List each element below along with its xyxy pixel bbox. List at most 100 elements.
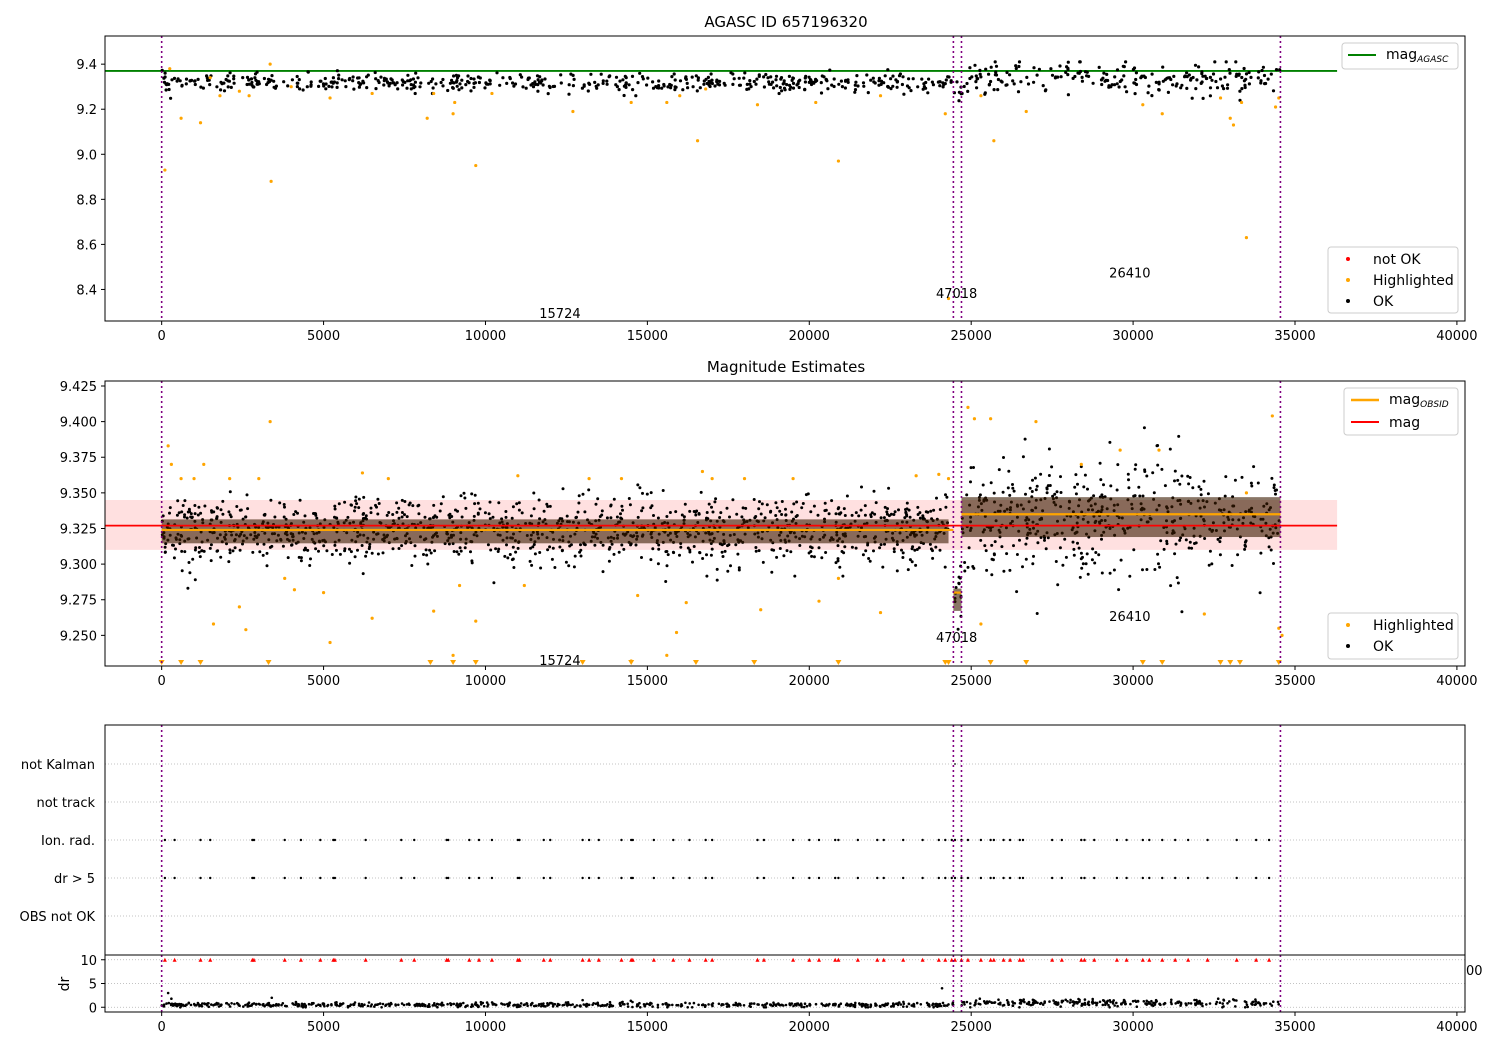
ok-point	[729, 71, 733, 75]
ok-point	[205, 76, 209, 80]
ok-point	[231, 549, 235, 553]
ok-point	[268, 545, 272, 549]
ok-point	[459, 549, 463, 553]
ok-point	[1173, 479, 1176, 483]
dr-point	[788, 1003, 791, 1006]
dr-point	[1071, 1004, 1075, 1007]
dr-outlier-point	[940, 986, 944, 990]
ok-point	[489, 548, 493, 552]
ok-point	[779, 77, 783, 81]
ok-point	[1138, 494, 1142, 498]
ok-point	[618, 79, 622, 83]
dr-capped-marker	[936, 957, 941, 962]
ok-point	[1163, 78, 1167, 82]
ok-point	[879, 543, 883, 547]
ok-point	[374, 77, 378, 81]
ok-point	[1133, 92, 1137, 96]
ok-point	[809, 550, 813, 553]
ok-point	[186, 586, 190, 590]
dr-point	[462, 1001, 465, 1005]
ok-point	[1049, 67, 1053, 71]
ok-point	[1035, 484, 1039, 488]
ok-point	[1226, 83, 1230, 87]
dr-point	[680, 1004, 684, 1007]
ok-point	[707, 502, 711, 506]
highlighted-point	[704, 87, 708, 91]
ok-point	[600, 509, 604, 513]
ok-point	[215, 85, 219, 89]
ok-point	[511, 557, 515, 561]
ok-point	[1188, 540, 1192, 544]
ok-point	[954, 586, 958, 589]
ok-point	[900, 548, 903, 552]
highlighted-point	[814, 100, 818, 105]
ok-point	[997, 468, 1001, 472]
offscale-marker	[178, 660, 185, 665]
ok-point	[337, 77, 341, 81]
ok-point	[1210, 78, 1214, 82]
ok-point	[823, 509, 827, 513]
ok-point	[651, 547, 655, 551]
ok-point	[539, 566, 543, 570]
ok-point	[1172, 74, 1176, 78]
highlighted-point	[247, 94, 251, 98]
ok-point	[188, 571, 192, 575]
ok-point	[1100, 571, 1104, 575]
ok-point	[180, 83, 184, 87]
ok-point	[354, 495, 358, 499]
ok-point	[845, 494, 849, 498]
ok-point	[550, 557, 554, 561]
ok-point	[477, 80, 481, 85]
ok-point	[472, 77, 476, 81]
ok-point	[812, 81, 816, 85]
ok-point	[1171, 83, 1175, 87]
ok-point	[1173, 469, 1177, 473]
ok-point	[651, 80, 655, 84]
ok-point	[1176, 478, 1180, 482]
ok-point	[1139, 76, 1143, 80]
ok-point	[877, 76, 882, 80]
ok-point	[1272, 483, 1276, 487]
dr-point	[490, 1001, 494, 1004]
flag-point	[1161, 876, 1164, 880]
ok-point	[636, 483, 640, 487]
ok-point	[188, 79, 192, 83]
ok-point	[1143, 75, 1147, 80]
ok-point	[709, 72, 713, 76]
dr-point	[837, 1005, 841, 1008]
ok-point	[297, 78, 301, 82]
ok-point	[405, 86, 409, 90]
ok-point	[718, 516, 722, 519]
flag-point	[333, 876, 337, 880]
dr-point	[974, 1001, 977, 1004]
ok-point	[282, 515, 286, 519]
highlighted-point	[1160, 112, 1164, 116]
dr-point	[407, 1002, 411, 1005]
ok-point	[560, 549, 564, 553]
legend-label: not OK	[1373, 252, 1421, 268]
flag-point	[876, 876, 879, 880]
dr-point	[643, 1004, 646, 1008]
dr-point	[1226, 1002, 1229, 1005]
ok-point	[854, 80, 858, 84]
dr-point	[1194, 1003, 1197, 1007]
ok-point	[377, 80, 381, 85]
highlighted-point	[817, 599, 821, 603]
flag-point	[1267, 876, 1271, 880]
dr-point	[927, 1003, 931, 1007]
flag-point	[468, 838, 471, 842]
ok-point	[1220, 84, 1224, 88]
x-tick-label: 0	[158, 674, 166, 689]
ok-point	[991, 558, 995, 562]
ok-point	[186, 510, 190, 514]
ok-point	[683, 502, 687, 506]
dr-outlier-point	[170, 997, 173, 1000]
ok-point	[484, 81, 488, 85]
ok-point	[1240, 87, 1244, 91]
ok-point	[944, 78, 948, 82]
ok-point	[1274, 68, 1279, 72]
ok-point	[272, 85, 276, 89]
flag-point	[490, 838, 494, 842]
dr-point	[827, 1004, 830, 1007]
ok-point	[299, 556, 303, 560]
